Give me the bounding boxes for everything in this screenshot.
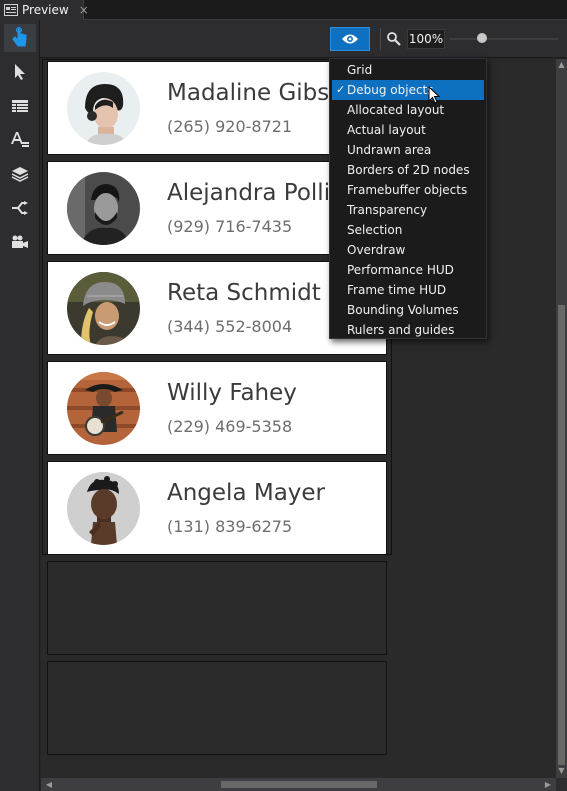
contact-phone: (265) 920-8721: [167, 117, 293, 136]
toolbar-separator: [380, 28, 381, 50]
tab-preview[interactable]: Preview ×: [0, 0, 89, 20]
contact-phone: (229) 469-5358: [167, 417, 293, 436]
empty-list-item: [47, 561, 387, 655]
vertical-scroll-thumb[interactable]: [558, 305, 565, 765]
avatar: [67, 472, 140, 545]
menu-item[interactable]: ✓ Debug objects: [332, 80, 484, 100]
zoom-slider-handle[interactable]: [477, 33, 488, 43]
scroll-up-icon[interactable]: ▲: [556, 59, 567, 70]
scroll-left-icon[interactable]: ◀: [41, 778, 57, 791]
close-icon[interactable]: ×: [79, 3, 89, 17]
horizontal-scrollbar[interactable]: ◀ ▶: [41, 778, 556, 791]
zoom-slider[interactable]: [450, 38, 558, 40]
menu-item-label: Bounding Volumes: [347, 303, 459, 317]
preview-icon: [4, 1, 18, 20]
menu-item-label: Framebuffer objects: [347, 183, 468, 197]
menu-item-label: Debug objects: [347, 83, 434, 97]
contact-phone: (344) 552-8004: [167, 317, 293, 336]
menu-item-label: Grid: [347, 63, 373, 77]
preview-window: Preview × 100% Madaline Gibson (265) 920…: [0, 0, 567, 791]
contact-card[interactable]: Willy Fahey (229) 469-5358: [47, 361, 387, 455]
mouse-cursor-icon: [428, 85, 442, 106]
scroll-right-icon[interactable]: ▶: [540, 778, 556, 791]
menu-item-label: Transparency: [347, 203, 428, 217]
avatar: [67, 72, 140, 145]
scroll-down-icon[interactable]: ▼: [556, 765, 567, 776]
zoom-search-icon: [386, 31, 402, 47]
top-toolbar: 100%: [40, 20, 567, 58]
avatar: [67, 172, 140, 245]
menu-item[interactable]: Selection: [330, 220, 486, 240]
menu-item[interactable]: Grid: [330, 60, 486, 80]
menu-item[interactable]: Borders of 2D nodes: [330, 160, 486, 180]
menu-item-label: Borders of 2D nodes: [347, 163, 470, 177]
tab-title: Preview: [22, 3, 69, 17]
avatar: [67, 272, 140, 345]
menu-item-label: Overdraw: [347, 243, 406, 257]
menu-item-label: Selection: [347, 223, 403, 237]
visualization-menu: Grid ✓ Debug objects Allocated layout Actual…: [329, 58, 487, 339]
menu-item[interactable]: Framebuffer objects: [330, 180, 486, 200]
visualization-options-button[interactable]: [330, 27, 370, 51]
pointer-icon[interactable]: [4, 58, 36, 86]
menu-item-label: Undrawn area: [347, 143, 432, 157]
table-icon[interactable]: [4, 92, 36, 120]
menu-item[interactable]: Bounding Volumes: [330, 300, 486, 320]
menu-item[interactable]: Allocated layout: [330, 100, 486, 120]
checkmark-icon: ✓: [336, 83, 346, 96]
contact-card[interactable]: Angela Mayer (131) 839-6275: [47, 461, 387, 555]
text-style-icon[interactable]: [4, 126, 36, 154]
horizontal-scroll-thumb[interactable]: [221, 781, 377, 788]
contact-phone: (131) 839-6275: [167, 517, 293, 536]
select-hand-icon[interactable]: [4, 24, 36, 52]
routing-icon[interactable]: [4, 194, 36, 222]
menu-item[interactable]: Transparency: [330, 200, 486, 220]
menu-item-label: Actual layout: [347, 123, 426, 137]
menu-item[interactable]: Overdraw: [330, 240, 486, 260]
left-toolbar: [0, 20, 40, 791]
eye-icon: [341, 30, 359, 49]
menu-item[interactable]: Undrawn area: [330, 140, 486, 160]
menu-item-label: Performance HUD: [347, 263, 454, 277]
menu-item-label: Frame time HUD: [347, 283, 447, 297]
menu-item[interactable]: Rulers and guides: [330, 320, 486, 340]
zoom-input[interactable]: 100%: [407, 29, 445, 49]
camera-icon[interactable]: [4, 228, 36, 256]
contact-phone: (929) 716-7435: [167, 217, 293, 236]
menu-item[interactable]: Actual layout: [330, 120, 486, 140]
tab-bar: Preview ×: [0, 0, 567, 20]
layers-icon[interactable]: [4, 160, 36, 188]
scroll-corner: [556, 778, 567, 791]
menu-item-label: Rulers and guides: [347, 323, 455, 337]
menu-item[interactable]: Frame time HUD: [330, 280, 486, 300]
contact-name: Willy Fahey: [167, 380, 297, 406]
menu-item[interactable]: Performance HUD: [330, 260, 486, 280]
empty-list-item: [47, 661, 387, 755]
contact-name: Angela Mayer: [167, 480, 326, 506]
vertical-scrollbar[interactable]: ▲ ▼: [556, 59, 567, 778]
avatar: [67, 372, 140, 445]
